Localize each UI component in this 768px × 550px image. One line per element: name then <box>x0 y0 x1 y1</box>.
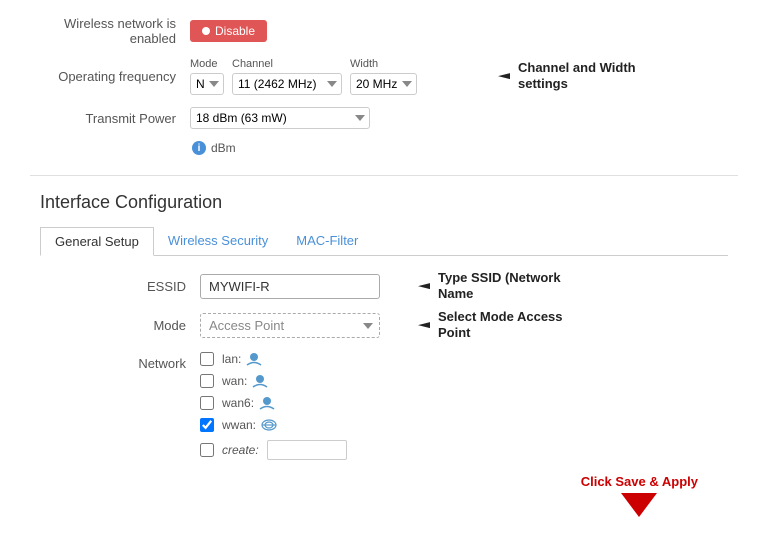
network-options: lan: wan: <box>200 352 347 460</box>
mode-annotation: Select Mode Access Point <box>380 309 568 343</box>
wwan-icon <box>260 418 278 432</box>
network-item-wwan: wwan: <box>200 418 347 432</box>
width-group: Width 20 MHz <box>350 58 417 95</box>
info-icon: i <box>192 141 206 155</box>
width-col-label: Width <box>350 58 417 70</box>
width-select[interactable]: 20 MHz <box>350 73 417 95</box>
network-item-create-label: create: <box>222 443 259 457</box>
essid-row: ESSID Type SSID (Network Name <box>40 274 728 299</box>
mode-row: Mode Access Point Select Mode Access Poi… <box>40 313 728 338</box>
save-apply-section: Click Save & Apply <box>581 474 698 517</box>
create-label-text: create: <box>222 443 259 457</box>
wan6-icon <box>258 396 276 410</box>
essid-annotation-text: Type SSID (Network Name <box>438 270 568 304</box>
channel-width-annotation: Channel and Width settings <box>460 60 648 94</box>
network-checkbox-lan[interactable] <box>200 352 214 366</box>
network-row: Network lan: <box>40 352 728 460</box>
dbm-text: dBm <box>211 141 236 155</box>
section-divider <box>30 175 738 176</box>
mode-select[interactable]: N <box>190 73 224 95</box>
mode-annotation-text: Select Mode Access Point <box>438 309 568 343</box>
transmit-power-label: Transmit Power <box>30 111 190 126</box>
network-item-create: create: <box>200 440 347 460</box>
arrow-left-icon <box>460 74 510 80</box>
create-network-input[interactable] <box>267 440 347 460</box>
interface-config-section: Interface Configuration General Setup Wi… <box>30 192 738 460</box>
operating-frequency-label: Operating frequency <box>30 69 190 84</box>
network-item-wan-label: wan: <box>222 374 269 388</box>
mode-dropdown[interactable]: Access Point <box>200 313 380 338</box>
mode-field-label: Mode <box>40 318 200 333</box>
network-item-wan6-label: wan6: <box>222 396 276 410</box>
network-item-wan: wan: <box>200 374 347 388</box>
dbm-row: i dBm <box>192 141 738 155</box>
tab-general-setup[interactable]: General Setup <box>40 227 154 256</box>
network-item-wwan-label: wwan: <box>222 418 278 432</box>
channel-group: Channel 11 (2462 MHz) <box>232 58 342 95</box>
disable-button-label: Disable <box>215 24 255 38</box>
annotation-text: Channel and Width settings <box>518 60 648 94</box>
essid-arrow-icon <box>380 284 430 290</box>
transmit-power-select[interactable]: 18 dBm (63 mW) <box>190 107 370 129</box>
tab-wireless-security[interactable]: Wireless Security <box>154 227 282 256</box>
essid-input[interactable] <box>200 274 380 299</box>
essid-annotation: Type SSID (Network Name <box>380 270 568 304</box>
network-checkbox-wwan[interactable] <box>200 418 214 432</box>
mode-arrow-icon <box>380 323 430 329</box>
mode-group: Mode N <box>190 58 224 95</box>
wan-icon <box>251 374 269 388</box>
section-title: Interface Configuration <box>40 192 728 213</box>
wireless-status-label: Wireless network is enabled <box>30 16 190 46</box>
essid-label: ESSID <box>40 279 200 294</box>
mode-col-label: Mode <box>190 58 224 70</box>
channel-col-label: Channel <box>232 58 342 70</box>
tab-mac-filter[interactable]: MAC-Filter <box>282 227 372 256</box>
network-item-wan6: wan6: <box>200 396 347 410</box>
mode-select-wrap: Access Point <box>200 313 380 338</box>
network-checkbox-create[interactable] <box>200 443 214 457</box>
network-checkbox-wan6[interactable] <box>200 396 214 410</box>
status-dot <box>202 27 210 35</box>
disable-button[interactable]: Disable <box>190 20 267 42</box>
network-item-lan-label: lan: <box>222 352 263 366</box>
down-arrow-icon <box>621 493 657 517</box>
save-apply-container: Click Save & Apply <box>30 474 738 534</box>
network-checkbox-wan[interactable] <box>200 374 214 388</box>
save-apply-text: Click Save & Apply <box>581 474 698 489</box>
channel-select[interactable]: 11 (2462 MHz) <box>232 73 342 95</box>
frequency-controls: Mode N Channel 11 (2462 MHz) Width 20 MH… <box>190 58 417 95</box>
network-item-lan: lan: <box>200 352 347 366</box>
network-label: Network <box>40 352 200 371</box>
tabs-bar: General Setup Wireless Security MAC-Filt… <box>40 227 728 256</box>
lan-icon <box>245 352 263 366</box>
